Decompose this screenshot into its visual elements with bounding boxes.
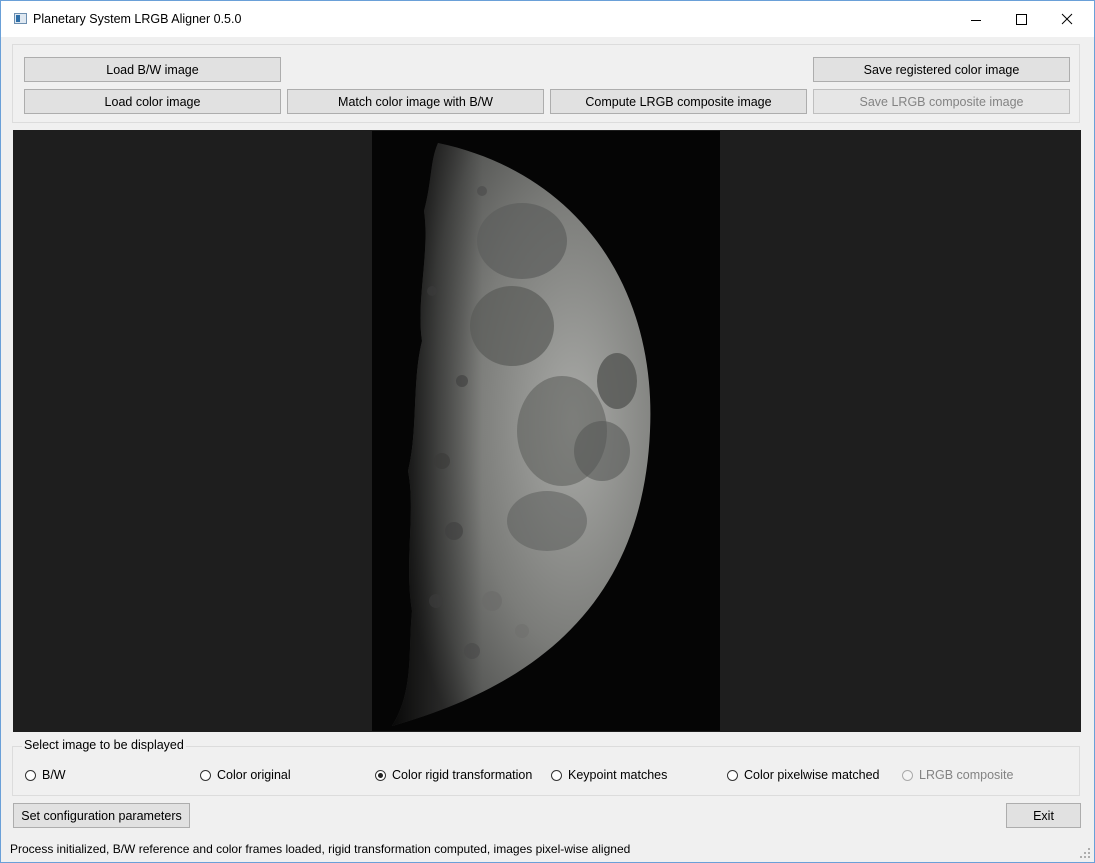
minimize-icon [971, 20, 981, 21]
match-color-image-button[interactable]: Match color image with B/W [287, 89, 544, 114]
radio-circle[interactable] [902, 769, 913, 781]
close-button[interactable] [1044, 1, 1089, 37]
radio-circle[interactable] [727, 769, 738, 781]
set-configuration-button[interactable]: Set configuration parameters [13, 803, 190, 828]
radio-label: Keypoint matches [568, 768, 668, 782]
resize-grip-icon[interactable] [1079, 847, 1091, 859]
close-icon [1061, 13, 1073, 25]
app-icon [14, 13, 27, 24]
radio-label: Color rigid transformation [392, 768, 533, 782]
status-text: Process initialized, B/W reference and c… [10, 842, 631, 856]
save-lrgb-composite-button[interactable]: Save LRGB composite image [813, 89, 1070, 114]
moon-image [372, 131, 720, 731]
load-color-image-button[interactable]: Load color image [24, 89, 281, 114]
radio-color-pixelwise-matched[interactable]: Color pixelwise matched [727, 768, 879, 782]
radio-circle-checked[interactable] [375, 769, 386, 781]
image-viewer[interactable] [13, 130, 1081, 732]
radio-keypoint-matches[interactable]: Keypoint matches [551, 768, 667, 782]
radio-label: Color pixelwise matched [744, 768, 880, 782]
radio-bw[interactable]: B/W [25, 768, 66, 782]
radio-label: B/W [42, 768, 66, 782]
load-bw-image-button[interactable]: Load B/W image [24, 57, 281, 82]
save-registered-color-button[interactable]: Save registered color image [813, 57, 1070, 82]
radio-color-rigid-transformation[interactable]: Color rigid transformation [375, 768, 532, 782]
exit-button[interactable]: Exit [1006, 803, 1081, 828]
window-title: Planetary System LRGB Aligner 0.5.0 [33, 12, 242, 26]
radio-label: LRGB composite [919, 768, 1014, 782]
display-group-title: Select image to be displayed [22, 738, 186, 752]
minimize-button[interactable] [953, 1, 998, 37]
radio-circle[interactable] [551, 769, 562, 781]
maximize-button[interactable] [998, 1, 1043, 37]
radio-label: Color original [217, 768, 291, 782]
radio-lrgb-composite[interactable]: LRGB composite [902, 768, 1013, 782]
radio-circle[interactable] [200, 769, 211, 781]
radio-circle[interactable] [25, 769, 36, 781]
radio-color-original[interactable]: Color original [200, 768, 291, 782]
title-bar[interactable]: Planetary System LRGB Aligner 0.5.0 [1, 1, 1094, 37]
maximize-icon [1016, 14, 1027, 25]
compute-lrgb-button[interactable]: Compute LRGB composite image [550, 89, 807, 114]
